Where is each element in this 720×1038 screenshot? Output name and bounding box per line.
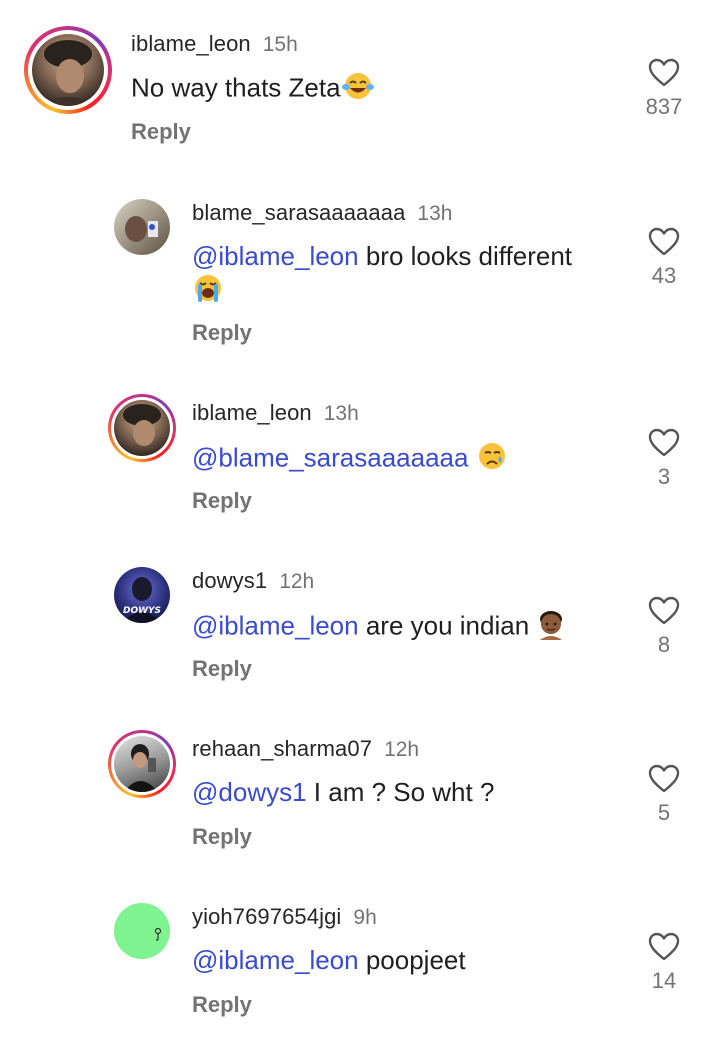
comment-header: iblame_leon 15h [131,31,298,57]
like-count: 14 [651,968,677,993]
loudly-crying-emoji [192,272,224,311]
mention-link[interactable]: @blame_sarasaaaaaaa [192,442,468,472]
like-count: 43 [651,263,677,288]
like-count: 5 [657,800,671,825]
man-dark-skin-emoji [536,608,566,647]
heart-icon[interactable] [648,596,680,626]
comment-body: No way thats Zeta [131,72,341,103]
like-button[interactable]: 3 [634,428,694,490]
avatar[interactable] [114,903,170,959]
username[interactable]: dowys1 [192,568,267,594]
mention-link[interactable]: @iblame_leon [192,241,359,271]
comment-item: DOWYS dowys1 12h @iblame_leon are you in… [0,538,720,706]
username[interactable]: rehaan_sharma07 [192,736,372,762]
like-button[interactable]: 837 [634,58,694,120]
heart-icon[interactable] [648,428,680,458]
comment-text: @iblame_leon are you indian [192,608,632,647]
comment-header: yioh7697654jgi 9h [192,904,377,930]
username[interactable]: yioh7697654jgi [192,904,341,930]
crying-emoji [476,440,508,479]
heart-icon[interactable] [648,932,680,962]
comment-item: iblame_leon 13h @blame_sarasaaaaaaa Repl… [0,370,720,538]
heart-icon[interactable] [648,58,680,88]
joy-emoji [341,71,375,108]
comment-body: poopjeet [358,945,466,975]
heart-icon[interactable] [648,764,680,794]
comment-item: yioh7697654jgi 9h @iblame_leon poopjeet … [0,874,720,1038]
like-count: 8 [657,632,671,657]
reply-button[interactable]: Reply [192,992,252,1018]
comment-item: iblame_leon 15h No way thats Zeta Reply … [0,0,720,170]
timestamp: 13h [323,402,359,425]
like-count: 3 [657,464,671,489]
username[interactable]: iblame_leon [192,400,312,426]
avatar[interactable] [114,199,170,255]
timestamp: 15h [262,33,298,56]
comment-text: @dowys1 I am ? So wht ? [192,776,632,808]
like-button[interactable]: 5 [634,764,694,826]
comment-text: @iblame_leon poopjeet [192,944,632,976]
mention-link[interactable]: @dowys1 [192,777,307,807]
avatar[interactable]: DOWYS [114,567,170,623]
reply-button[interactable]: Reply [131,119,191,145]
comment-text: @blame_sarasaaaaaaa [192,440,632,479]
reply-button[interactable]: Reply [192,824,252,850]
comment-header: dowys1 12h [192,568,314,594]
mention-link[interactable]: @iblame_leon [192,610,359,640]
reply-button[interactable]: Reply [192,656,252,682]
comment-text: No way thats Zeta [131,71,551,108]
mention-link[interactable]: @iblame_leon [192,945,359,975]
reply-button[interactable]: Reply [192,488,252,514]
reply-button[interactable]: Reply [192,320,252,346]
username[interactable]: blame_sarasaaaaaaa [192,200,405,226]
comment-body: are you indian [358,610,537,641]
heart-icon[interactable] [648,227,680,257]
avatar-logo-text: DOWYS [123,606,161,616]
comment-item: rehaan_sharma07 12h @dowys1 I am ? So wh… [0,706,720,874]
comment-header: iblame_leon 13h [192,400,359,426]
like-button[interactable]: 14 [634,932,694,994]
username[interactable]: iblame_leon [131,31,251,57]
timestamp: 12h [384,738,420,761]
timestamp: 13h [417,202,453,225]
comment-body: I am ? So wht ? [306,777,495,807]
timestamp: 12h [279,570,315,593]
like-button[interactable]: 8 [634,596,694,658]
timestamp: 9h [353,906,377,929]
like-count: 837 [645,94,683,119]
like-button[interactable]: 43 [634,227,694,289]
avatar[interactable] [24,26,112,114]
comment-body: bro looks different [358,241,573,271]
comment-body [468,442,475,472]
avatar[interactable] [108,730,176,798]
avatar[interactable] [108,394,176,462]
comment-item: blame_sarasaaaaaaa 13h @iblame_leon bro … [0,170,720,370]
comment-text: @iblame_leon bro looks different [192,240,612,311]
comment-header: rehaan_sharma07 12h [192,736,419,762]
comment-header: blame_sarasaaaaaaa 13h [192,200,452,226]
